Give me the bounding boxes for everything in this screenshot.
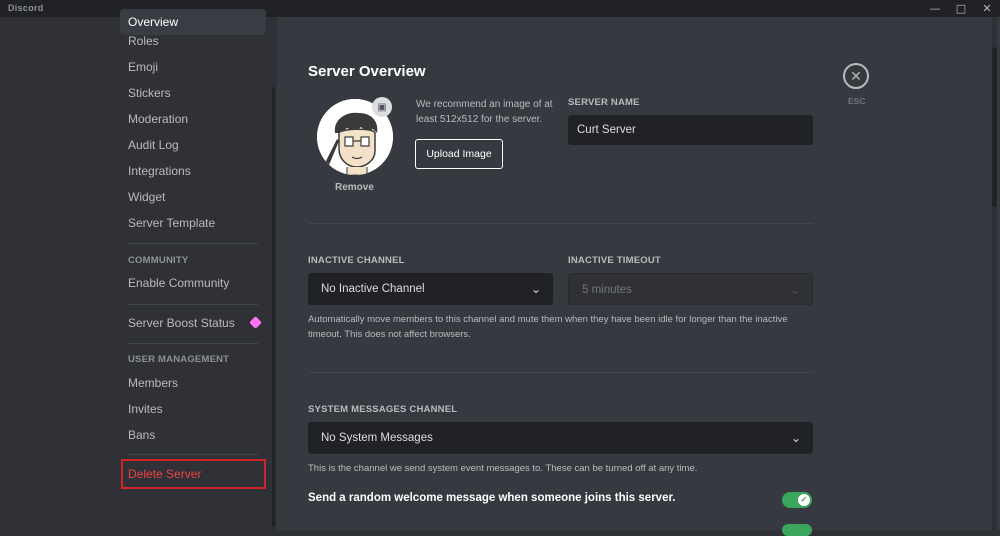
server-name-input[interactable]: Curt Server <box>568 115 813 145</box>
boost-gem-icon <box>249 316 262 329</box>
sidebar-item-integrations[interactable]: Integrations <box>120 158 266 184</box>
delete-server-highlight <box>121 459 266 489</box>
sidebar-item-label: Server Boost Status <box>128 316 235 330</box>
user-management-header: USER MANAGEMENT <box>128 354 230 365</box>
remove-avatar-link[interactable]: Remove <box>335 182 374 193</box>
sidebar-item-bans[interactable]: Bans <box>120 422 266 448</box>
inactive-timeout-select[interactable]: 5 minutes ⌄ <box>568 273 813 305</box>
sidebar-scrollbar[interactable] <box>272 87 275 527</box>
inactive-channel-select[interactable]: No Inactive Channel ⌄ <box>308 273 553 305</box>
sidebar-divider <box>128 343 258 344</box>
esc-label: ESC <box>848 96 866 106</box>
section-divider <box>308 223 813 224</box>
inactive-channel-value: No Inactive Channel <box>321 283 425 295</box>
settings-sidebar: Overview Roles Emoji Stickers Moderation… <box>0 9 277 530</box>
close-window-icon[interactable]: ✕ <box>974 0 1000 17</box>
inactive-timeout-label: INACTIVE TIMEOUT <box>568 255 661 266</box>
sidebar-item-moderation[interactable]: Moderation <box>120 106 266 132</box>
sidebar-item-server-template[interactable]: Server Template <box>120 210 266 236</box>
window-controls: — □ ✕ <box>922 0 1000 17</box>
inactive-timeout-value: 5 minutes <box>582 284 632 296</box>
system-help-text: This is the channel we send system event… <box>308 463 698 474</box>
next-setting-toggle[interactable] <box>782 524 812 536</box>
sidebar-divider <box>128 454 258 455</box>
sidebar-item-roles[interactable]: Roles <box>120 28 266 54</box>
system-messages-select[interactable]: No System Messages ⌄ <box>308 422 813 454</box>
welcome-message-toggle-label: Send a random welcome message when someo… <box>308 492 676 504</box>
sidebar-item-enable-community[interactable]: Enable Community <box>120 270 266 296</box>
close-icon: ✕ <box>850 67 862 84</box>
community-header: COMMUNITY <box>128 255 189 266</box>
add-image-icon[interactable]: ▣ <box>372 97 392 117</box>
system-messages-label: SYSTEM MESSAGES CHANNEL <box>308 404 458 415</box>
sidebar-item-widget[interactable]: Widget <box>120 184 266 210</box>
check-icon: ✓ <box>798 494 810 506</box>
sidebar-item-audit-log[interactable]: Audit Log <box>120 132 266 158</box>
welcome-message-toggle[interactable]: ✓ <box>782 492 812 508</box>
page-title: Server Overview <box>308 63 426 80</box>
sidebar-item-stickers[interactable]: Stickers <box>120 80 266 106</box>
section-divider <box>308 372 813 373</box>
upload-image-button[interactable]: Upload Image <box>415 139 503 169</box>
sidebar-item-invites[interactable]: Invites <box>120 396 266 422</box>
inactive-channel-label: INACTIVE CHANNEL <box>308 255 405 266</box>
sidebar-item-members[interactable]: Members <box>120 370 266 396</box>
server-overview-panel: Server Overview ▣ Remove We recommend an… <box>277 17 1000 536</box>
chevron-down-icon: ⌄ <box>790 431 801 445</box>
close-settings-button[interactable]: ✕ <box>843 63 869 89</box>
sidebar-divider <box>128 304 258 305</box>
main-scrollbar-thumb[interactable] <box>992 47 997 207</box>
sidebar-item-emoji[interactable]: Emoji <box>120 54 266 80</box>
app-title: Discord <box>8 3 44 13</box>
sidebar-divider <box>128 243 258 244</box>
maximize-icon[interactable]: □ <box>948 0 974 17</box>
sidebar-item-server-boost-status[interactable]: Server Boost Status <box>120 310 266 336</box>
inactive-help-text: Automatically move members to this chann… <box>308 314 788 340</box>
chevron-down-icon: ⌄ <box>530 282 541 296</box>
chevron-down-icon: ⌄ <box>789 283 800 297</box>
server-name-label: SERVER NAME <box>568 97 640 108</box>
image-recommendation-text: We recommend an image of at least 512x51… <box>416 99 553 125</box>
system-messages-value: No System Messages <box>321 432 433 444</box>
minimize-icon[interactable]: — <box>922 0 948 17</box>
